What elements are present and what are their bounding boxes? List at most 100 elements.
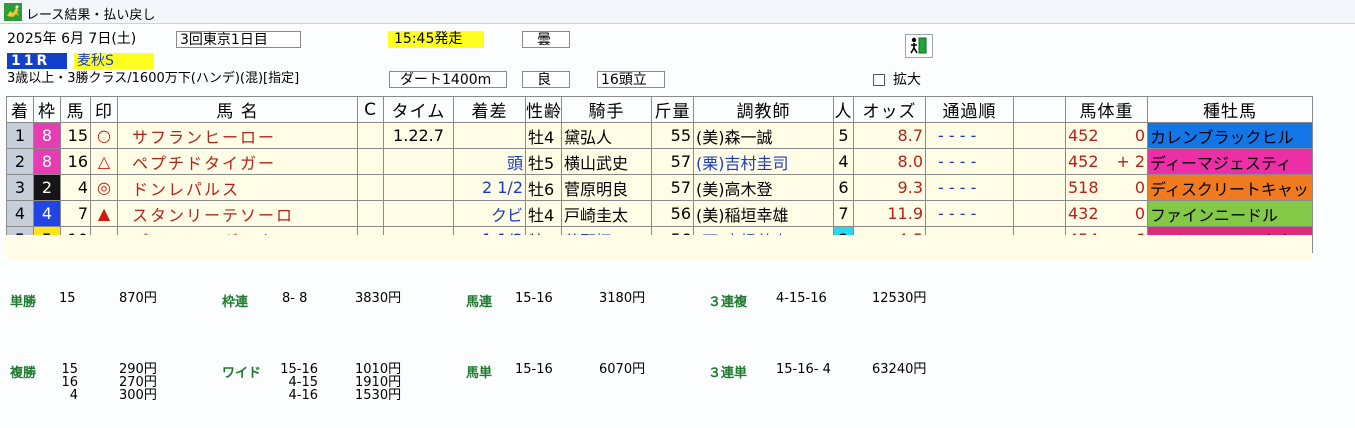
passing-extra-cell bbox=[1013, 148, 1066, 175]
title-bar: レース結果・払い戻し bbox=[0, 0, 1355, 24]
sex-age-cell: 牡6 bbox=[525, 174, 562, 201]
c-cell bbox=[357, 148, 384, 175]
column-header-8[interactable]: 性齢 bbox=[525, 96, 562, 123]
horse-name-cell: ペプチドタイガー bbox=[117, 148, 358, 175]
column-header-4[interactable]: 馬 名 bbox=[117, 96, 358, 123]
sire-cell: ファインニードル bbox=[1147, 200, 1313, 227]
body-weight-cell: 452 0 bbox=[1065, 122, 1148, 149]
jockey-cell: 黛弘人 bbox=[561, 122, 652, 149]
body-weight-diff: 0 bbox=[1134, 178, 1145, 197]
tansho-amount: 870円 bbox=[119, 291, 157, 306]
horse-number-cell: 4 bbox=[60, 174, 91, 201]
sanrenpuku-combo: 4-15-16 bbox=[776, 291, 827, 306]
expand-checkbox[interactable] bbox=[873, 74, 885, 86]
column-header-14[interactable]: 通過順 bbox=[925, 96, 1014, 123]
passing-extra-cell bbox=[1013, 174, 1066, 201]
passing-extra-cell bbox=[1013, 122, 1066, 149]
column-header-5[interactable]: C bbox=[357, 96, 384, 123]
table-row[interactable]: 1 8 15 ○ サフランヒーロー 1.22.7 牡4 黛弘人 55 (美)森一誠 5 8.7- - … bbox=[6, 122, 1313, 149]
table-row[interactable]: 3 2 4 ◎ ドンレパルス 2 1/2 牡6 菅原明良 57 (美)高木登 6 9.3- - - -… bbox=[6, 174, 1313, 201]
column-header-6[interactable]: タイム bbox=[383, 96, 454, 123]
horse-number-cell: 15 bbox=[60, 122, 91, 149]
sanrentan-amount: 63240円 bbox=[872, 362, 927, 377]
column-header-12[interactable]: 人 bbox=[833, 96, 854, 123]
wide-combo: 4-16 bbox=[288, 388, 318, 403]
rank-cell: 1 bbox=[6, 122, 34, 149]
body-weight-value: 452 bbox=[1068, 152, 1099, 171]
table-empty-area bbox=[6, 235, 1312, 260]
weight-cell: 56 bbox=[651, 200, 694, 227]
wide-label: ワイド bbox=[222, 366, 262, 381]
time-cell bbox=[383, 174, 454, 201]
odds-cell: 11.9 bbox=[853, 200, 926, 227]
race-name-badge: 麦秋S bbox=[74, 53, 154, 69]
column-header-3[interactable]: 印 bbox=[90, 96, 118, 123]
horse-name-cell: サフランヒーロー bbox=[117, 122, 358, 149]
umaren-amount: 3180円 bbox=[599, 291, 646, 306]
odds-cell: 8.0 bbox=[853, 148, 926, 175]
umaren-label: 馬連 bbox=[466, 295, 493, 310]
sire-cell: ディスクリートキャット bbox=[1147, 174, 1313, 201]
mark-cell: ▲ bbox=[90, 200, 118, 227]
column-header-16[interactable]: 馬体重 bbox=[1065, 96, 1148, 123]
tansho-label: 単勝 bbox=[10, 295, 37, 310]
horse-number-cell: 16 bbox=[60, 148, 91, 175]
column-header-17[interactable]: 種牡馬 bbox=[1147, 96, 1313, 123]
waku-cell: 4 bbox=[33, 200, 61, 227]
umatan-amount: 6070円 bbox=[599, 362, 646, 377]
popularity-cell: 7 bbox=[833, 200, 854, 227]
weight-cell: 57 bbox=[651, 174, 694, 201]
body-weight-cell: 452 + 2 bbox=[1065, 148, 1148, 175]
course-field: ダート1400m bbox=[389, 71, 507, 88]
column-header-15[interactable] bbox=[1013, 96, 1066, 123]
passing-cell: - - - - bbox=[925, 174, 1014, 201]
column-header-9[interactable]: 騎手 bbox=[561, 96, 652, 123]
column-header-11[interactable]: 調教師 bbox=[693, 96, 834, 123]
meeting-field: 3回東京1日目 bbox=[176, 31, 301, 48]
weight-cell: 55 bbox=[651, 122, 694, 149]
odds-cell: 8.7 bbox=[853, 122, 926, 149]
umatan-combo: 15-16 bbox=[515, 362, 553, 377]
table-row[interactable]: 2 8 16 △ ペプチドタイガー 頭牡5 横山武史 57 (栗)吉村圭司 4 8.0- - - -… bbox=[6, 148, 1313, 175]
rank-cell: 4 bbox=[6, 200, 34, 227]
weather-field: 曇 bbox=[522, 31, 570, 48]
expand-label: 拡大 bbox=[893, 72, 921, 88]
race-number-badge: 11R bbox=[7, 53, 67, 69]
column-header-10[interactable]: 斤量 bbox=[651, 96, 694, 123]
sanrenpuku-amount: 12530円 bbox=[872, 291, 927, 306]
sex-age-cell: 牡5 bbox=[525, 148, 562, 175]
exit-button[interactable] bbox=[905, 34, 933, 58]
race-date: 2025年 6月 7日(土) bbox=[7, 31, 137, 47]
trainer-cell: (美)森一誠 bbox=[693, 122, 834, 149]
column-header-13[interactable]: オッズ bbox=[853, 96, 926, 123]
c-cell bbox=[357, 200, 384, 227]
margin-cell bbox=[453, 122, 526, 149]
column-header-7[interactable]: 着差 bbox=[453, 96, 526, 123]
time-cell: 1.22.7 bbox=[383, 122, 454, 149]
horse-name-cell: ドンレパルス bbox=[117, 174, 358, 201]
exit-door-icon bbox=[910, 37, 927, 54]
c-cell bbox=[357, 122, 384, 149]
field-size-field: 16頭立 bbox=[597, 71, 665, 88]
popularity-cell: 5 bbox=[833, 122, 854, 149]
time-cell bbox=[383, 200, 454, 227]
margin-cell: 2 1/2 bbox=[453, 174, 526, 201]
mark-cell: ○ bbox=[90, 122, 118, 149]
sire-cell: ディーマジェスティ bbox=[1147, 148, 1313, 175]
column-header-0[interactable]: 着 bbox=[6, 96, 34, 123]
window-title: レース結果・払い戻し bbox=[26, 8, 156, 23]
wakuren-label: 枠連 bbox=[222, 295, 249, 310]
odds-cell: 9.3 bbox=[853, 174, 926, 201]
wide-amount: 1530円 bbox=[355, 388, 402, 403]
tansho-combo: 15 bbox=[59, 291, 76, 306]
racehorse-app-icon bbox=[4, 3, 22, 21]
body-weight-value: 452 bbox=[1068, 126, 1099, 145]
sanrentan-combo: 15-16- 4 bbox=[776, 362, 831, 377]
umaren-combo: 15-16 bbox=[515, 291, 553, 306]
column-header-1[interactable]: 枠 bbox=[33, 96, 61, 123]
wakuren-amount: 3830円 bbox=[355, 291, 402, 306]
jockey-cell: 戸崎圭太 bbox=[561, 200, 652, 227]
passing-cell: - - - - bbox=[925, 200, 1014, 227]
table-row[interactable]: 4 4 7 ▲ スタンリーテソーロ クビ 牡4 戸崎圭太 56 (美)稲垣幸雄 7 11.9- - -… bbox=[6, 200, 1313, 227]
column-header-2[interactable]: 馬 bbox=[60, 96, 91, 123]
